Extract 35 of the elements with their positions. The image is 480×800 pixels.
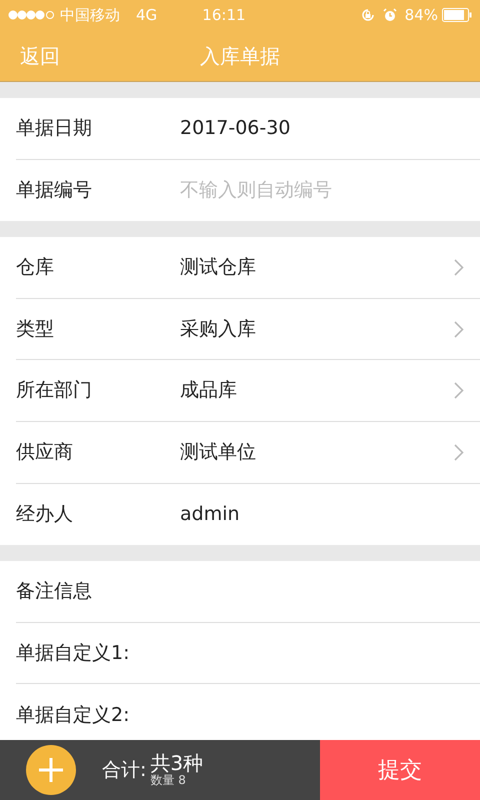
field-label: 单据编号 bbox=[16, 178, 93, 204]
field-value[interactable]: 测试仓库 bbox=[180, 253, 454, 282]
field-label: 单据自定义2: bbox=[16, 702, 130, 728]
field-label: 经办人 bbox=[16, 502, 74, 528]
chevron-right-icon bbox=[454, 444, 464, 461]
total-quantity: 数量 8 bbox=[150, 774, 187, 788]
field-value: admin bbox=[180, 502, 241, 528]
rotation-lock-icon bbox=[360, 8, 375, 22]
field-value: 2017-06-30 bbox=[180, 116, 292, 142]
plus-icon bbox=[38, 757, 64, 783]
carrier-name: 中国移动 bbox=[60, 4, 120, 26]
chevron-right-icon bbox=[454, 320, 464, 338]
signal-icon bbox=[8, 10, 56, 20]
field-label: 仓库 bbox=[16, 255, 55, 280]
input-field[interactable]: 不输入则自动编号 bbox=[180, 176, 480, 205]
network-type: 4G bbox=[136, 4, 158, 26]
total-label: 合计: bbox=[102, 758, 146, 783]
alarm-icon bbox=[382, 8, 397, 22]
field-value[interactable]: 采购入库 bbox=[180, 314, 454, 344]
total-kinds: 共3种 bbox=[150, 752, 204, 774]
field-label: 备注信息 bbox=[16, 579, 93, 604]
field-value[interactable]: 测试单位 bbox=[180, 438, 454, 467]
add-button[interactable] bbox=[26, 745, 76, 795]
field-label: 单据日期 bbox=[16, 116, 93, 142]
battery-percent: 84% bbox=[404, 4, 438, 26]
field-label: 供应商 bbox=[16, 440, 74, 466]
clock-time: 16:11 bbox=[202, 4, 247, 26]
field-label: 类型 bbox=[16, 316, 55, 342]
field-label: 单据自定义1: bbox=[16, 640, 130, 666]
page-title: 入库单据 bbox=[200, 42, 280, 70]
chevron-right-icon bbox=[454, 382, 464, 400]
battery-icon bbox=[442, 8, 472, 22]
field-label: 所在部门 bbox=[16, 378, 93, 404]
field-value[interactable]: 成品库 bbox=[180, 376, 454, 405]
chevron-right-icon bbox=[454, 258, 464, 276]
